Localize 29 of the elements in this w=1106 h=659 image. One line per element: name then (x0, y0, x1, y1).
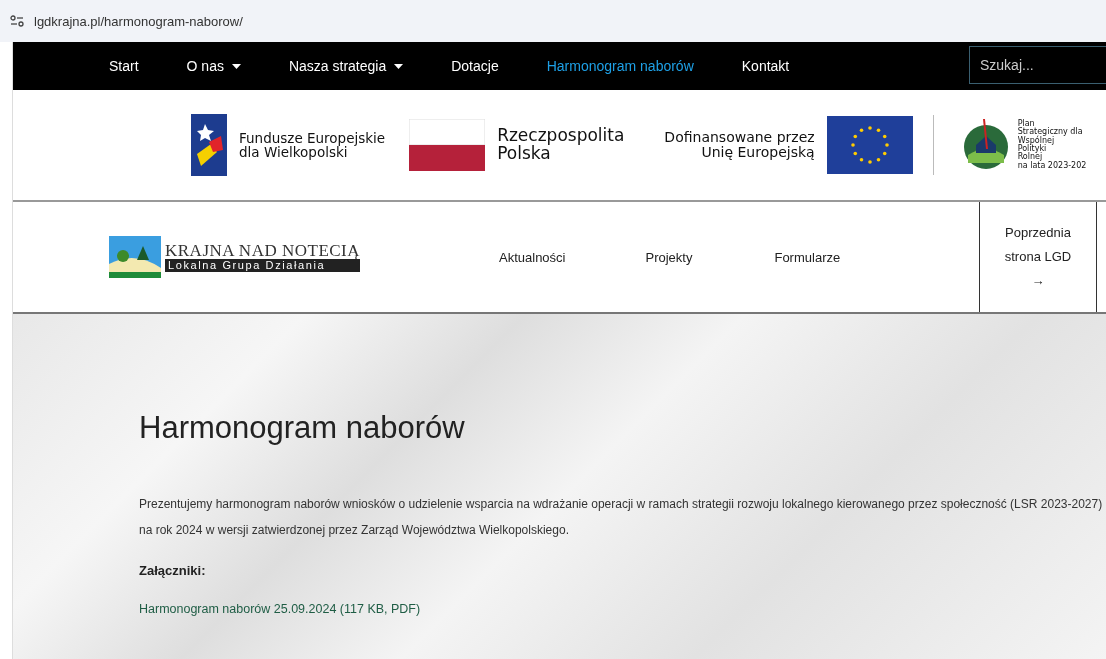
address-bar-url[interactable]: lgdkrajna.pl/harmonogram-naborow/ (34, 13, 243, 29)
menu-link[interactable]: Formularze (774, 249, 841, 265)
logo-subtitle: Lokalna Grupa Działania (165, 259, 361, 272)
menu-link[interactable]: Aktualności (499, 249, 566, 265)
caret-icon (231, 63, 241, 69)
attachments-label: Załączniki: (139, 563, 207, 578)
strategic-plan-text: Plan Strategiczny dla Wspólnej Polityki Rolnej na lata 2023-202 (1017, 119, 1087, 171)
nav-link[interactable]: Harmonogram naborów (546, 58, 694, 74)
search-field[interactable]: Szukaj... (969, 46, 1106, 84)
landscape-logo-icon (109, 236, 161, 278)
menu-link[interactable]: Projekty (645, 249, 693, 265)
caret-icon (394, 63, 404, 69)
eu-flag-icon (826, 116, 913, 174)
nav-link[interactable]: Start (109, 58, 139, 74)
polish-flag-icon (409, 119, 486, 171)
nav-link[interactable]: O nas (186, 58, 241, 74)
logo-title: KRAJNA NAD NOTECIĄ (165, 242, 361, 260)
nav-link[interactable]: Dotacje (451, 58, 499, 74)
intro-paragraph: Prezentujemy harmonogram naborów wniosków o udzielenie wsparcia na wdrażanie operacji w ramach strategii rozwoju lokalnego kierowanego przez społeczność (LSR 2023-2027) na rok 2024 w wersji zatwierdzonej przez Zarząd Województwa Wielkopolskiego. (139, 496, 1104, 539)
flag-logo-icon (191, 114, 227, 176)
site-settings-icon[interactable] (10, 15, 24, 27)
page-title: Harmonogram naborów (139, 410, 466, 446)
nav-link[interactable]: Nasza strategia (288, 58, 404, 74)
eu-funding-text: Dofinansowane przez Unię Europejską (664, 130, 815, 160)
attachment-link[interactable]: Harmonogram naborów 25.09.2024 (117 KB, PDF) (139, 602, 421, 616)
nav-link[interactable]: Kontakt (741, 58, 790, 74)
funding-logo-text: Fundusze Europejskie dla Wielkopolski (239, 130, 386, 160)
republic-logo-text: Rzeczpospolita Polska (497, 127, 625, 163)
previous-site-link[interactable]: Poprzednia strona LGD → (979, 202, 1097, 312)
